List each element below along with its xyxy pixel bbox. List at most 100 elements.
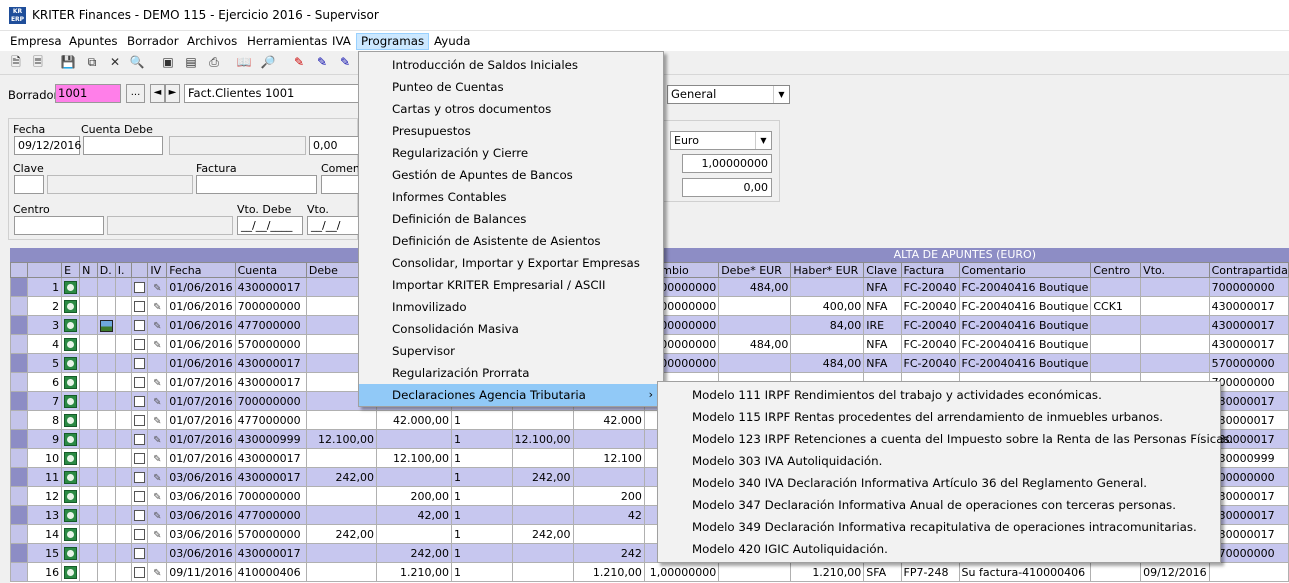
centro-cell[interactable]: CCK1 [1090, 296, 1142, 316]
row-checkbox[interactable] [134, 396, 146, 407]
i-cell[interactable] [114, 543, 133, 563]
row-checkbox[interactable] [134, 377, 146, 388]
debe-eur-cell[interactable] [718, 562, 792, 582]
i-cell[interactable] [114, 562, 133, 582]
row-number[interactable]: 6 [27, 372, 63, 392]
iva-pencil-icon[interactable]: ✎ [153, 511, 161, 522]
row-checkbox[interactable] [134, 548, 146, 559]
menu-item[interactable]: Regularización y Cierre [359, 142, 663, 164]
menu-item[interactable]: Importar KRITER Empresarial / ASCII [359, 274, 663, 296]
comentario-cell[interactable]: FC-20040416 Boutique [958, 296, 1092, 316]
iva-cell[interactable]: ✎ [147, 410, 168, 430]
row-selector[interactable] [10, 505, 29, 525]
iva-pencil-icon[interactable]: ✎ [153, 378, 161, 389]
fecha-cell[interactable]: 03/06/2016 [166, 467, 236, 487]
n-cell[interactable] [79, 391, 98, 411]
iva-pencil-icon[interactable]: ✎ [153, 530, 161, 541]
row-checkbox[interactable] [134, 358, 146, 369]
row-number[interactable]: 4 [27, 334, 63, 354]
comentario-cell[interactable]: FC-20040416 Boutique [958, 315, 1092, 335]
menu-item[interactable]: Supervisor [359, 340, 663, 362]
iva-cell[interactable] [147, 353, 168, 373]
iva-cell[interactable]: ✎ [147, 315, 168, 335]
column-header[interactable] [27, 262, 63, 278]
i-cell[interactable] [114, 296, 133, 316]
row-checkbox[interactable] [134, 472, 146, 483]
n-cell[interactable] [79, 372, 98, 392]
column-header[interactable]: IV [147, 262, 168, 278]
cuenta-cell[interactable]: 570000000 [234, 334, 307, 354]
menu-item[interactable]: Punteo de Cuentas [359, 76, 663, 98]
iva-pencil-icon[interactable]: ✎ [153, 302, 161, 313]
haber-cell[interactable]: 42.000,00 [375, 410, 452, 430]
iva-cell[interactable]: ✎ [147, 391, 168, 411]
menu-item[interactable]: Inmovilizado [359, 296, 663, 318]
n-cell[interactable] [79, 562, 98, 582]
cuenta-cell[interactable]: 570000000 [234, 524, 307, 544]
haber-cell[interactable] [375, 429, 452, 449]
iva-pencil-icon[interactable]: ✎ [153, 340, 161, 351]
entry-cell[interactable] [61, 296, 81, 316]
fecha-cell[interactable]: 01/07/2016 [166, 391, 236, 411]
entry-status-icon[interactable] [64, 299, 78, 313]
folder-icon[interactable]: ▤ [183, 54, 199, 70]
fecha-cell[interactable]: 01/06/2016 [166, 334, 236, 354]
n-cell[interactable] [79, 467, 98, 487]
vto-cell[interactable] [1140, 334, 1210, 354]
i-cell[interactable] [114, 372, 133, 392]
column-header[interactable]: Contrapartida [1208, 262, 1289, 278]
cuenta-cell[interactable]: 477000000 [234, 505, 307, 525]
fecha-cell[interactable]: 01/06/2016 [166, 296, 236, 316]
entry-cell[interactable] [61, 391, 81, 411]
haber-moneda-cell[interactable] [572, 429, 645, 449]
entry-status-icon[interactable] [64, 508, 78, 522]
debe-moneda-cell[interactable] [511, 486, 574, 506]
column-header[interactable]: Centro [1090, 262, 1142, 278]
cuenta-cell[interactable]: 410000406 [234, 562, 307, 582]
moneda-cell[interactable]: 1 [450, 562, 513, 582]
n-cell[interactable] [79, 296, 98, 316]
cuenta-debe-field[interactable] [83, 136, 163, 155]
cuenta-cell[interactable]: 700000000 [234, 296, 307, 316]
menu-ayuda[interactable]: Ayuda [430, 33, 474, 50]
debe-cell[interactable] [305, 505, 377, 525]
moneda-cell[interactable]: 1 [450, 410, 513, 430]
iva-cell[interactable]: ✎ [147, 524, 168, 544]
row-checkbox[interactable] [134, 339, 146, 350]
entry-status-icon[interactable] [64, 375, 78, 389]
menu-iva[interactable]: IVA [328, 33, 355, 50]
document-cell[interactable] [96, 334, 116, 354]
browse-borrador-button[interactable]: ... [126, 84, 145, 103]
entry-cell[interactable] [61, 486, 81, 506]
row-checkbox[interactable] [134, 282, 146, 293]
fecha-cell[interactable]: 01/07/2016 [166, 448, 236, 468]
vto-haber-field[interactable]: __/__/ [307, 216, 359, 235]
checkbox-cell[interactable] [131, 372, 149, 392]
row-number[interactable]: 15 [27, 543, 63, 563]
row-checkbox[interactable] [134, 567, 146, 578]
i-cell[interactable] [114, 448, 133, 468]
column-header[interactable]: I. [114, 262, 133, 278]
factura-cell[interactable]: FP7-248 [900, 562, 960, 582]
moneda-cell[interactable]: 1 [450, 543, 513, 563]
column-header[interactable] [131, 262, 149, 278]
submenu-item[interactable]: Modelo 123 IRPF Retenciones a cuenta del… [658, 428, 1233, 450]
chevron-down-icon[interactable]: ▼ [773, 86, 789, 103]
row-number[interactable]: 14 [27, 524, 63, 544]
factura-field[interactable] [196, 175, 317, 194]
entry-cell[interactable] [61, 277, 81, 297]
document-cell[interactable] [96, 524, 116, 544]
moneda-select[interactable]: Euro ▼ [670, 131, 772, 150]
row-number[interactable]: 10 [27, 448, 63, 468]
fecha-cell[interactable]: 01/07/2016 [166, 429, 236, 449]
document-cell[interactable] [96, 505, 116, 525]
vto-debe-field[interactable]: __/__/____ [237, 216, 303, 235]
row-checkbox[interactable] [134, 491, 146, 502]
document-cell[interactable] [96, 562, 116, 582]
entry-cell[interactable] [61, 334, 81, 354]
n-cell[interactable] [79, 448, 98, 468]
comentario-cell[interactable]: FC-20040416 Boutique [958, 334, 1092, 354]
centro-cell[interactable] [1090, 353, 1142, 373]
fecha-cell[interactable]: 03/06/2016 [166, 486, 236, 506]
moneda-cell[interactable]: 1 [450, 429, 513, 449]
